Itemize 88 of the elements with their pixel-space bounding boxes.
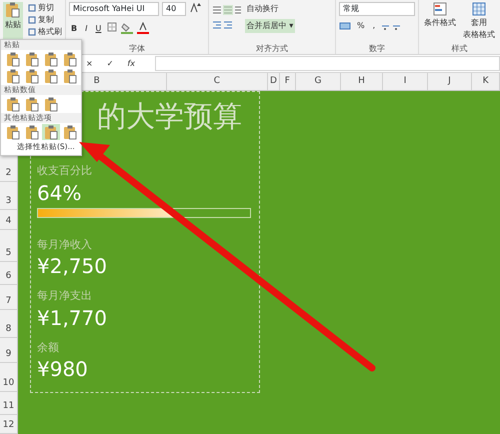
clipboard-icon — [44, 96, 58, 112]
align-icon — [212, 5, 242, 15]
paste-option[interactable] — [4, 51, 22, 67]
sheet-title: 的大学预算 — [97, 99, 242, 133]
table-format-button[interactable]: 套用 表格格式 — [461, 2, 497, 43]
clipboard-icon — [6, 52, 20, 66]
font-color-icon — [137, 22, 150, 34]
clipboard-icon — [62, 124, 78, 140]
metric-label: 每月净收入 — [37, 238, 92, 250]
clipboard-icon — [44, 52, 58, 66]
paste-option[interactable] — [61, 51, 79, 67]
clipboard-icon — [62, 68, 78, 84]
column-header: J — [428, 73, 472, 90]
column-header: D — [268, 73, 280, 90]
clipboard-icon — [24, 52, 40, 66]
table-icon — [472, 2, 486, 16]
conditional-format-button[interactable]: 条件格式 — [422, 2, 458, 43]
row-header: 12 — [2, 418, 14, 432]
paste-option[interactable] — [42, 51, 60, 67]
copy-button[interactable]: 复制 — [26, 14, 64, 26]
paste-option[interactable] — [23, 124, 41, 140]
column-header: H — [340, 73, 384, 90]
paste-option[interactable] — [23, 96, 41, 112]
wrap-text-button[interactable]: 自动换行 — [244, 2, 296, 16]
bold-button[interactable]: B — [69, 22, 80, 36]
clipboard-icon — [24, 96, 40, 112]
grow-font-icon — [189, 2, 201, 14]
number-format-field[interactable]: 常规 — [339, 2, 415, 16]
paste-option[interactable] — [4, 124, 22, 140]
metric-label: 每月净支出 — [37, 289, 92, 302]
column-header: G — [296, 73, 341, 90]
italic-button[interactable]: I — [83, 22, 90, 36]
clipboard-icon — [44, 124, 58, 140]
format-painter-button[interactable]: 格式刷 — [26, 26, 64, 38]
clipboard-icon — [24, 68, 40, 84]
fill-color-icon — [121, 22, 134, 34]
percent-button[interactable]: % — [355, 19, 367, 33]
paste-option[interactable] — [23, 51, 41, 67]
comma-button[interactable]: , — [370, 19, 378, 33]
paste-option[interactable] — [42, 124, 60, 140]
column-header: K — [472, 73, 500, 90]
clipboard-icon — [62, 52, 78, 66]
metric-value: ¥1,770 — [37, 306, 107, 330]
paste-option[interactable] — [23, 68, 41, 84]
group-label: 数字 — [368, 43, 386, 54]
paste-option[interactable] — [42, 96, 60, 112]
formula-input[interactable] — [154, 56, 500, 71]
insert-function-button[interactable]: fx — [125, 56, 137, 70]
cut-button[interactable]: 剪切 — [26, 2, 64, 14]
metric-value: 64% — [37, 180, 82, 204]
paste-option[interactable] — [4, 68, 22, 84]
clipboard-icon — [24, 124, 40, 140]
metric-value: ¥2,750 — [37, 254, 107, 278]
clipboard-icon — [6, 96, 20, 112]
paste-option[interactable] — [4, 96, 22, 112]
underline-button[interactable]: U — [93, 22, 104, 36]
row-header: 4 — [6, 214, 12, 228]
row-header: 7 — [6, 294, 12, 308]
row-header: 10 — [2, 376, 14, 390]
row-header: 6 — [6, 270, 12, 282]
column-header: F — [280, 73, 296, 90]
clipboard-icon — [44, 68, 58, 84]
font-size-field[interactable]: 40 — [162, 2, 186, 16]
paste-option[interactable] — [61, 68, 79, 84]
border-icon — [107, 22, 118, 32]
row-header: 11 — [2, 400, 14, 412]
row-header: 5 — [6, 246, 12, 260]
paste-option[interactable] — [42, 68, 60, 84]
row-header: 8 — [6, 322, 12, 336]
clipboard-icon — [6, 68, 20, 84]
paste-button[interactable]: 粘贴 — [3, 2, 23, 40]
font-name-field[interactable]: Microsoft YaHei UI — [69, 2, 159, 16]
column-header: I — [383, 73, 428, 90]
row-header: 2 — [6, 166, 12, 180]
row-header: 3 — [6, 194, 12, 208]
merge-center-button[interactable]: 合并后居中 ▾ — [244, 19, 296, 33]
row-header: 9 — [6, 348, 12, 360]
cancel-button[interactable]: × — [84, 56, 95, 70]
group-label: 样式 — [450, 43, 468, 54]
metric-label: 收支百分比 — [37, 164, 92, 177]
group-label: 对齐方式 — [254, 43, 289, 54]
enter-button[interactable]: ✓ — [104, 56, 116, 70]
paste-option[interactable] — [61, 124, 79, 140]
group-label: 字体 — [128, 43, 146, 54]
clipboard-icon — [6, 124, 20, 140]
metric-label: 余额 — [37, 340, 59, 354]
column-header: C — [166, 73, 268, 90]
metric-value: ¥980 — [37, 357, 88, 381]
